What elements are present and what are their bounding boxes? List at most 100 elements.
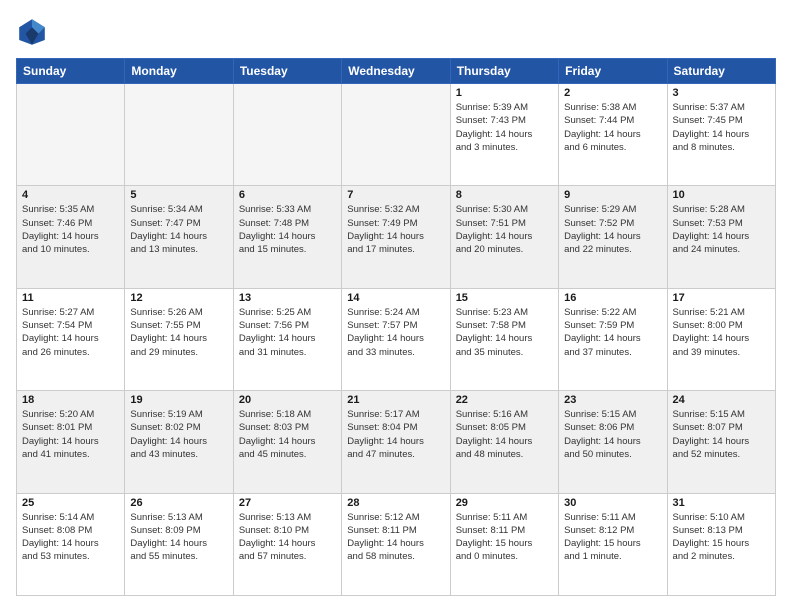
day-number: 7	[347, 189, 444, 201]
day-number: 28	[347, 497, 444, 509]
day-info: Sunrise: 5:30 AM Sunset: 7:51 PM Dayligh…	[456, 203, 553, 256]
day-number: 27	[239, 497, 336, 509]
calendar-cell: 20 Sunrise: 5:18 AM Sunset: 8:03 PM Dayli…	[233, 391, 341, 493]
calendar-cell: 1Sunrise: 5:39 AM Sunset: 7:43 PM Daylig…	[450, 84, 558, 186]
calendar-table: SundayMondayTuesdayWednesdayThursdayFrid…	[16, 58, 776, 596]
weekday-header-thursday: Thursday	[450, 59, 558, 84]
calendar-cell: 7 Sunrise: 5:32 AM Sunset: 7:49 PM Daylig…	[342, 186, 450, 288]
day-info: Sunrise: 5:20 AM Sunset: 8:01 PM Dayligh…	[22, 408, 119, 461]
week-row-2: 4 Sunrise: 5:35 AM Sunset: 7:46 PM Daylig…	[17, 186, 776, 288]
day-info: Sunrise: 5:13 AM Sunset: 8:09 PM Dayligh…	[130, 511, 227, 564]
day-number: 17	[673, 292, 770, 304]
day-info: Sunrise: 5:35 AM Sunset: 7:46 PM Dayligh…	[22, 203, 119, 256]
day-number: 14	[347, 292, 444, 304]
day-info: Sunrise: 5:15 AM Sunset: 8:06 PM Dayligh…	[564, 408, 661, 461]
calendar-cell: 11 Sunrise: 5:27 AM Sunset: 7:54 PM Dayli…	[17, 288, 125, 390]
calendar-cell: 16 Sunrise: 5:22 AM Sunset: 7:59 PM Dayli…	[559, 288, 667, 390]
day-number: 30	[564, 497, 661, 509]
day-number: 5	[130, 189, 227, 201]
day-info: Sunrise: 5:33 AM Sunset: 7:48 PM Dayligh…	[239, 203, 336, 256]
calendar-cell: 28 Sunrise: 5:12 AM Sunset: 8:11 PM Dayli…	[342, 493, 450, 595]
day-info: Sunrise: 5:13 AM Sunset: 8:10 PM Dayligh…	[239, 511, 336, 564]
day-info: Sunrise: 5:32 AM Sunset: 7:49 PM Dayligh…	[347, 203, 444, 256]
day-number: 12	[130, 292, 227, 304]
day-number: 6	[239, 189, 336, 201]
day-number: 29	[456, 497, 553, 509]
calendar-body: 1Sunrise: 5:39 AM Sunset: 7:43 PM Daylig…	[17, 84, 776, 596]
header	[16, 16, 776, 48]
day-info: Sunrise: 5:28 AM Sunset: 7:53 PM Dayligh…	[673, 203, 770, 256]
calendar-cell: 4 Sunrise: 5:35 AM Sunset: 7:46 PM Daylig…	[17, 186, 125, 288]
day-info: Sunrise: 5:38 AM Sunset: 7:44 PM Dayligh…	[564, 101, 661, 154]
day-number: 24	[673, 394, 770, 406]
calendar-cell: 21 Sunrise: 5:17 AM Sunset: 8:04 PM Dayli…	[342, 391, 450, 493]
calendar-cell: 8 Sunrise: 5:30 AM Sunset: 7:51 PM Daylig…	[450, 186, 558, 288]
day-info: Sunrise: 5:23 AM Sunset: 7:58 PM Dayligh…	[456, 306, 553, 359]
logo	[16, 16, 52, 48]
day-info: Sunrise: 5:34 AM Sunset: 7:47 PM Dayligh…	[130, 203, 227, 256]
day-number: 20	[239, 394, 336, 406]
logo-icon	[16, 16, 48, 48]
day-info: Sunrise: 5:39 AM Sunset: 7:43 PM Dayligh…	[456, 101, 553, 154]
day-number: 8	[456, 189, 553, 201]
day-info: Sunrise: 5:22 AM Sunset: 7:59 PM Dayligh…	[564, 306, 661, 359]
calendar-cell: 14 Sunrise: 5:24 AM Sunset: 7:57 PM Dayli…	[342, 288, 450, 390]
day-info: Sunrise: 5:18 AM Sunset: 8:03 PM Dayligh…	[239, 408, 336, 461]
day-number: 9	[564, 189, 661, 201]
weekday-header-friday: Friday	[559, 59, 667, 84]
calendar-cell: 31Sunrise: 5:10 AM Sunset: 8:13 PM Dayli…	[667, 493, 775, 595]
calendar-cell: 24 Sunrise: 5:15 AM Sunset: 8:07 PM Dayli…	[667, 391, 775, 493]
day-info: Sunrise: 5:17 AM Sunset: 8:04 PM Dayligh…	[347, 408, 444, 461]
calendar-cell: 10 Sunrise: 5:28 AM Sunset: 7:53 PM Dayli…	[667, 186, 775, 288]
day-number: 31	[673, 497, 770, 509]
week-row-5: 25 Sunrise: 5:14 AM Sunset: 8:08 PM Dayli…	[17, 493, 776, 595]
day-info: Sunrise: 5:21 AM Sunset: 8:00 PM Dayligh…	[673, 306, 770, 359]
calendar-cell	[233, 84, 341, 186]
week-row-1: 1Sunrise: 5:39 AM Sunset: 7:43 PM Daylig…	[17, 84, 776, 186]
weekday-header-sunday: Sunday	[17, 59, 125, 84]
calendar-cell: 18 Sunrise: 5:20 AM Sunset: 8:01 PM Dayli…	[17, 391, 125, 493]
day-info: Sunrise: 5:19 AM Sunset: 8:02 PM Dayligh…	[130, 408, 227, 461]
day-info: Sunrise: 5:25 AM Sunset: 7:56 PM Dayligh…	[239, 306, 336, 359]
day-info: Sunrise: 5:26 AM Sunset: 7:55 PM Dayligh…	[130, 306, 227, 359]
day-info: Sunrise: 5:14 AM Sunset: 8:08 PM Dayligh…	[22, 511, 119, 564]
calendar-cell	[125, 84, 233, 186]
day-info: Sunrise: 5:15 AM Sunset: 8:07 PM Dayligh…	[673, 408, 770, 461]
day-info: Sunrise: 5:24 AM Sunset: 7:57 PM Dayligh…	[347, 306, 444, 359]
calendar-cell	[17, 84, 125, 186]
day-number: 2	[564, 87, 661, 99]
day-number: 11	[22, 292, 119, 304]
calendar-cell: 19 Sunrise: 5:19 AM Sunset: 8:02 PM Dayli…	[125, 391, 233, 493]
weekday-header-wednesday: Wednesday	[342, 59, 450, 84]
calendar-cell	[342, 84, 450, 186]
day-info: Sunrise: 5:11 AM Sunset: 8:11 PM Dayligh…	[456, 511, 553, 564]
day-number: 4	[22, 189, 119, 201]
day-number: 16	[564, 292, 661, 304]
calendar-cell: 15 Sunrise: 5:23 AM Sunset: 7:58 PM Dayli…	[450, 288, 558, 390]
day-number: 19	[130, 394, 227, 406]
calendar-cell: 27 Sunrise: 5:13 AM Sunset: 8:10 PM Dayli…	[233, 493, 341, 595]
day-number: 15	[456, 292, 553, 304]
day-number: 21	[347, 394, 444, 406]
calendar-cell: 13Sunrise: 5:25 AM Sunset: 7:56 PM Dayli…	[233, 288, 341, 390]
calendar-cell: 3Sunrise: 5:37 AM Sunset: 7:45 PM Daylig…	[667, 84, 775, 186]
calendar-cell: 22Sunrise: 5:16 AM Sunset: 8:05 PM Dayli…	[450, 391, 558, 493]
calendar-header-row: SundayMondayTuesdayWednesdayThursdayFrid…	[17, 59, 776, 84]
week-row-3: 11 Sunrise: 5:27 AM Sunset: 7:54 PM Dayli…	[17, 288, 776, 390]
calendar-cell: 9Sunrise: 5:29 AM Sunset: 7:52 PM Daylig…	[559, 186, 667, 288]
page: SundayMondayTuesdayWednesdayThursdayFrid…	[0, 0, 792, 612]
calendar-cell: 25 Sunrise: 5:14 AM Sunset: 8:08 PM Dayli…	[17, 493, 125, 595]
day-number: 22	[456, 394, 553, 406]
calendar-cell: 2 Sunrise: 5:38 AM Sunset: 7:44 PM Daylig…	[559, 84, 667, 186]
calendar-cell: 5 Sunrise: 5:34 AM Sunset: 7:47 PM Daylig…	[125, 186, 233, 288]
day-info: Sunrise: 5:37 AM Sunset: 7:45 PM Dayligh…	[673, 101, 770, 154]
day-number: 23	[564, 394, 661, 406]
day-number: 10	[673, 189, 770, 201]
day-number: 25	[22, 497, 119, 509]
day-number: 18	[22, 394, 119, 406]
calendar-cell: 26Sunrise: 5:13 AM Sunset: 8:09 PM Dayli…	[125, 493, 233, 595]
day-info: Sunrise: 5:12 AM Sunset: 8:11 PM Dayligh…	[347, 511, 444, 564]
weekday-header-monday: Monday	[125, 59, 233, 84]
day-info: Sunrise: 5:27 AM Sunset: 7:54 PM Dayligh…	[22, 306, 119, 359]
weekday-header-tuesday: Tuesday	[233, 59, 341, 84]
